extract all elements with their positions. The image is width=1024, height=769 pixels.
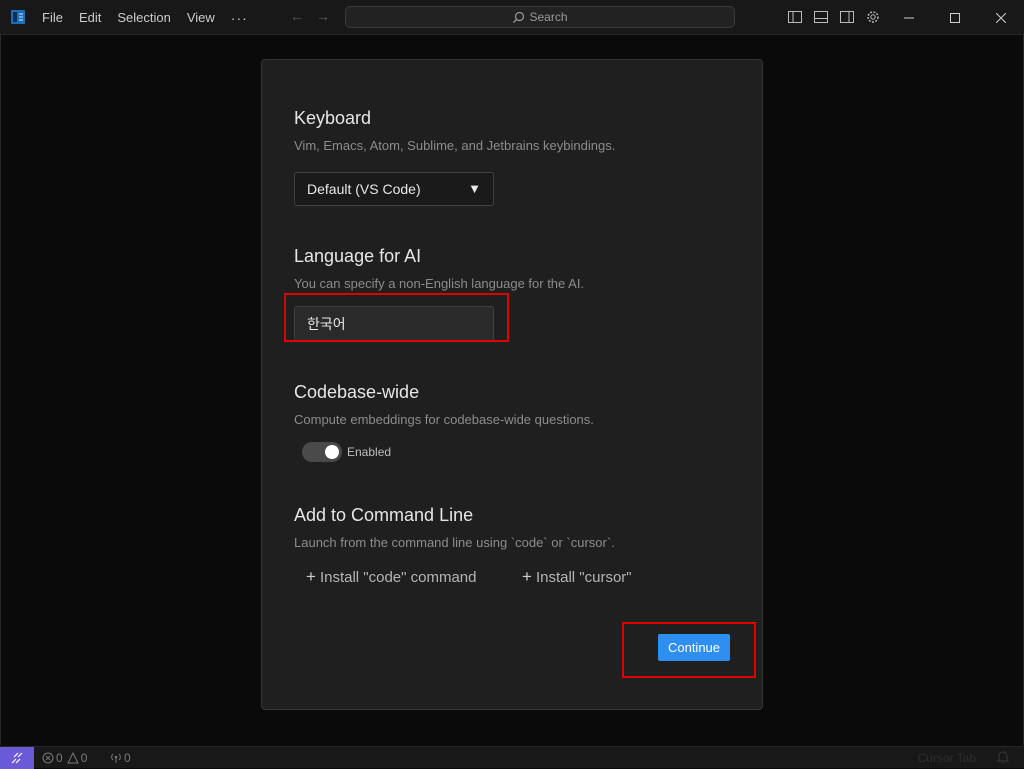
install-cursor-label: Install "cursor" [535, 568, 632, 586]
maximize-icon [950, 12, 960, 23]
toggle-knob [325, 445, 339, 459]
menu-view[interactable]: View [179, 7, 223, 28]
menu-selection[interactable]: Selection [109, 7, 178, 28]
language-description: You can specify a non-English language f… [294, 276, 585, 291]
ports-count: 0 [124, 751, 131, 765]
title-bar: File Edit Selection View ··· ← → Search [0, 0, 1024, 35]
status-bar: 0 0 0 Cursor Tab [0, 746, 1024, 769]
warning-count: 0 [80, 751, 88, 765]
problems-indicator[interactable]: 0 0 [42, 751, 87, 765]
keyboard-title: Keyboard [294, 108, 372, 128]
codebase-title: Codebase-wide [294, 382, 420, 402]
command-line-title: Add to Command Line [294, 505, 474, 525]
codebase-description: Compute embeddings for codebase-wide que… [294, 412, 594, 427]
command-line-description: Launch from the command line using `code… [294, 535, 615, 550]
keyboard-description: Vim, Emacs, Atom, Sublime, and Jetbrains… [294, 138, 616, 153]
cursor-tab-status[interactable]: Cursor Tab [918, 751, 976, 765]
menu-edit[interactable]: Edit [71, 7, 109, 28]
minimize-icon [904, 17, 914, 18]
error-icon [42, 752, 54, 764]
keybinding-select[interactable]: Default (VS Code) ▼ [294, 172, 494, 206]
menu-bar: File Edit Selection View ··· [34, 0, 256, 35]
maximize-button[interactable] [932, 0, 978, 35]
more-menu-icon[interactable]: ··· [223, 10, 256, 26]
install-code-command-button[interactable]: + Install "code" command [306, 567, 477, 587]
search-bar[interactable]: Search [345, 6, 735, 28]
keybinding-selected-value: Default (VS Code) [307, 181, 421, 197]
minimize-button[interactable] [886, 0, 932, 35]
plus-icon: + [522, 567, 532, 586]
search-placeholder: Search [529, 10, 568, 24]
codebase-toggle[interactable] [302, 442, 342, 462]
window-edge-left [0, 35, 1, 745]
onboarding-dialog: Keyboard Vim, Emacs, Atom, Sublime, and … [261, 59, 763, 710]
dropdown-arrow-icon: ▼ [468, 181, 481, 196]
broadcast-icon [111, 753, 121, 763]
notifications-bell-icon[interactable] [996, 750, 1010, 764]
toggle-primary-sidebar-icon[interactable] [787, 9, 803, 25]
error-count: 0 [56, 751, 63, 765]
install-cursor-command-button[interactable]: + Install "cursor" [522, 567, 632, 587]
settings-gear-icon[interactable] [865, 9, 881, 25]
install-code-label: Install "code" command [319, 568, 477, 586]
remote-icon [11, 752, 23, 764]
toggle-panel-icon[interactable] [813, 9, 829, 25]
ports-indicator[interactable]: 0 [110, 751, 131, 765]
search-icon [513, 11, 525, 23]
back-arrow-icon[interactable]: ← [290, 8, 304, 24]
toggle-secondary-sidebar-icon[interactable] [839, 9, 855, 25]
close-icon [996, 12, 1006, 23]
menu-file[interactable]: File [34, 7, 71, 28]
plus-icon: + [306, 567, 316, 586]
forward-arrow-icon[interactable]: → [316, 8, 330, 24]
remote-button[interactable] [0, 747, 34, 769]
app-logo-icon [11, 10, 25, 24]
close-window-button[interactable] [978, 0, 1024, 35]
language-title: Language for AI [294, 246, 422, 266]
continue-highlight-box [622, 622, 756, 678]
codebase-toggle-label: Enabled [347, 445, 392, 459]
warning-icon [66, 752, 79, 764]
language-highlight-box [284, 293, 509, 342]
